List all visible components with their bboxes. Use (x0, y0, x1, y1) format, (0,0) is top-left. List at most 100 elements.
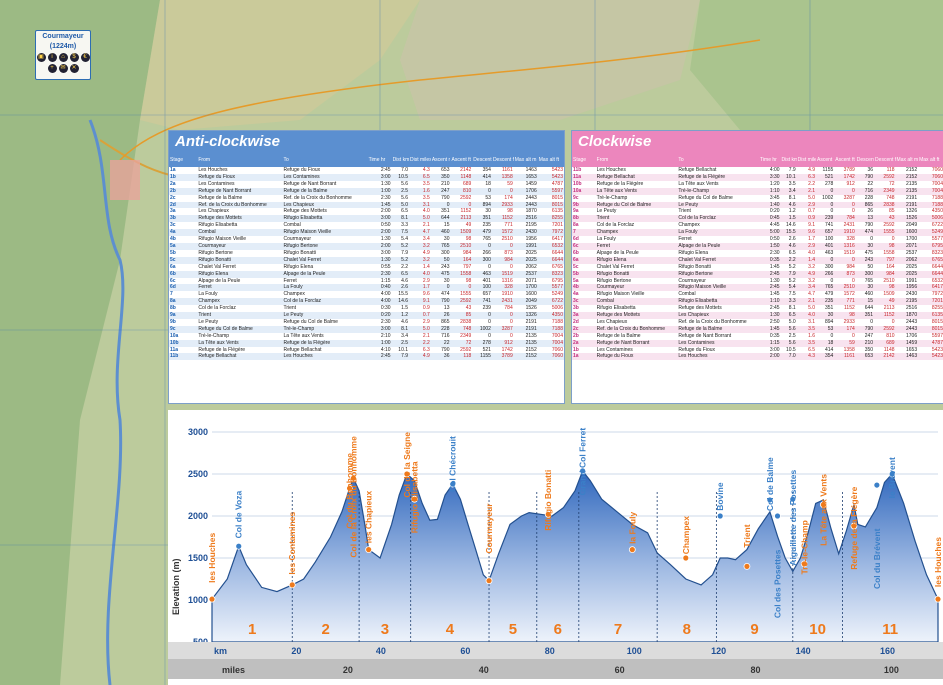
acw-cell: 790 (441, 194, 450, 201)
cw-cell: 5b (572, 270, 596, 278)
cw-cell: 2:50 (769, 318, 780, 325)
acw-cell: 1326 (513, 312, 538, 319)
cw-cell: Trient (595, 215, 678, 223)
acw-cell: 474 (441, 291, 450, 298)
cw-table-row: 5a Rifugio Bertone Courmayeur 1:30 5.2 3.2 0 0 7… (572, 278, 943, 285)
cw-cell: Refuge de Nant Borrant (595, 339, 678, 347)
acw-cell: 300 (472, 256, 492, 264)
cw-cell: 8b (572, 215, 596, 223)
acw-col-header: Dist km (391, 153, 410, 167)
cw-table-row: 2c Ref. de la Croix du Bonhomme Refuge de … (572, 325, 943, 333)
acw-cell: 2191 (513, 325, 538, 333)
cw-cell: 300 (855, 270, 875, 278)
cw-table-row: 1a Refuge du Fioux Les Houches 2:00 7.0 4.3 35… (572, 353, 943, 361)
cw-cell: 5.0 (788, 318, 796, 325)
cw-cell: 6795 (918, 242, 943, 250)
acw-cell: 2.5 (391, 187, 410, 195)
acw-cell: 243 (441, 263, 450, 270)
acw-cell: 521 (482, 346, 491, 353)
cw-cell: 6135 (918, 312, 943, 319)
cw-cell: 790 (855, 173, 875, 181)
cw-cell: 3.3 (780, 298, 797, 306)
acw-cell: 797 (462, 263, 472, 270)
acw-cell: 653 (441, 167, 450, 173)
cw-cell: 6644 (918, 270, 943, 278)
cw-cell: 30 (855, 284, 875, 292)
cw-cell: 0 (830, 277, 834, 284)
acw-cell: 164 (450, 256, 473, 264)
elevation-area (211, 469, 939, 643)
bus-icon: ▣ (36, 53, 46, 62)
cw-cell: 2430 (905, 291, 918, 298)
cw-cell: 15.5 (780, 229, 797, 237)
acw-cell: 3.2 (409, 242, 431, 250)
cw-cell: 2510 (883, 277, 895, 284)
cw-cell: 5577 (931, 236, 943, 243)
cw-cell: 0:20 (769, 208, 780, 215)
cw-cell: 1:50 (759, 242, 781, 250)
km-tick-label: 140 (796, 646, 811, 656)
acw-cell: 3:00 (367, 325, 392, 333)
cw-cell: 4b (572, 284, 596, 292)
miles-axis-label: miles (222, 665, 245, 675)
cw-cell: 1152 (844, 305, 855, 312)
cw-cell: 8.1 (788, 305, 796, 312)
cw-cell: 3:45 (769, 194, 780, 201)
cw-cell: 0 (834, 201, 856, 209)
cw-cell: 1:10 (759, 187, 781, 195)
acw-cell: 771 (504, 222, 513, 229)
acw-cell: 1558 (450, 270, 473, 278)
acw-cell: 13 (443, 305, 450, 312)
cw-table-row: 2d Les Chapieux Ref. de la Croix du Bonhom… (572, 319, 943, 326)
cw-cell: 5a (573, 277, 579, 284)
acw-cell: 1700 (513, 284, 538, 292)
acw-cell: 2.5 (391, 339, 410, 347)
cw-table-row: 2a Refuge de Nant Borrant Les Contamines 1:… (572, 339, 943, 347)
acw-cell: 8a (169, 298, 198, 306)
cw-cell: 3c (572, 298, 596, 306)
waypoint-label: Col de Voza (234, 491, 244, 539)
acw-cell: 210 (441, 180, 450, 187)
acw-cell: 2113 (450, 215, 473, 223)
acw-cell: 8255 (537, 215, 564, 223)
stage-number: 7 (614, 621, 622, 638)
cw-cell: 26 (867, 208, 874, 215)
acw-cell: 3:00 (380, 249, 391, 256)
acw-cell: 1161 (501, 167, 513, 173)
cw-table-row: 4b Courmayeur Rifugio Maison Vieille 2:45 5.… (572, 284, 943, 292)
acw-cell: 7004 (537, 339, 564, 347)
cw-cell: 2025 (905, 263, 918, 270)
cw-cell: 2191 (895, 201, 919, 209)
acw-cell: 3.5 (422, 180, 430, 187)
km-tick-label: 100 (627, 646, 642, 656)
acw-cell: 4787 (551, 180, 563, 187)
cw-cell: 475 (864, 249, 874, 256)
acw-col-header: Ascent ft (450, 153, 473, 167)
town-info-card[interactable]: Courmayeur (1224m) ▣ i ⌂ $ € + ✉ ✕ (35, 30, 91, 80)
acw-cell: 2592 (450, 298, 473, 306)
cw-cell: 5006 (918, 215, 943, 223)
acw-cell: Refuge de Nant Borrant (283, 180, 337, 187)
acw-cell: 354 (482, 167, 491, 173)
acw-cell: 7.0 (401, 167, 409, 173)
acw-cell: 5.4 (401, 236, 409, 243)
waypoint-marker (743, 562, 751, 570)
acw-cell: 10b (169, 339, 198, 347)
acw-cell: 1:15 (380, 277, 391, 284)
cw-cell: Courmayeur (595, 284, 678, 292)
cw-cell: 0 (891, 318, 895, 325)
cw-table-row: 3a Refuge des Mottets Les Chapieux 1:30 6.5 4… (572, 312, 943, 319)
cw-cell: 14.6 (785, 222, 796, 229)
acw-cell: 10.1 (398, 346, 409, 353)
cw-cell: Tré-le-Champ (596, 194, 628, 201)
acw-cell: 2516 (513, 215, 538, 223)
acw-cell: 6.5 (409, 173, 431, 181)
cw-cell: Refuge du Col de Balme (678, 194, 733, 201)
waypoint-label: les Chapieux (364, 491, 374, 544)
acw-table-row: 1a Les Houches Refuge du Fioux 2:45 7.0 4.3 65… (169, 167, 564, 174)
acw-cell: Refuge de la Flégère (198, 346, 246, 353)
acw-cell: 1653 (513, 173, 538, 181)
cw-cell: 1463 (895, 353, 919, 361)
cw-table-row: 1b Les Contamines Refuge du Fioux 3:00 10.5 6… (572, 347, 943, 354)
acw-table-row: 6b Rifugio Elena Alpage de la Peule 2:30 6.5… (169, 270, 564, 278)
